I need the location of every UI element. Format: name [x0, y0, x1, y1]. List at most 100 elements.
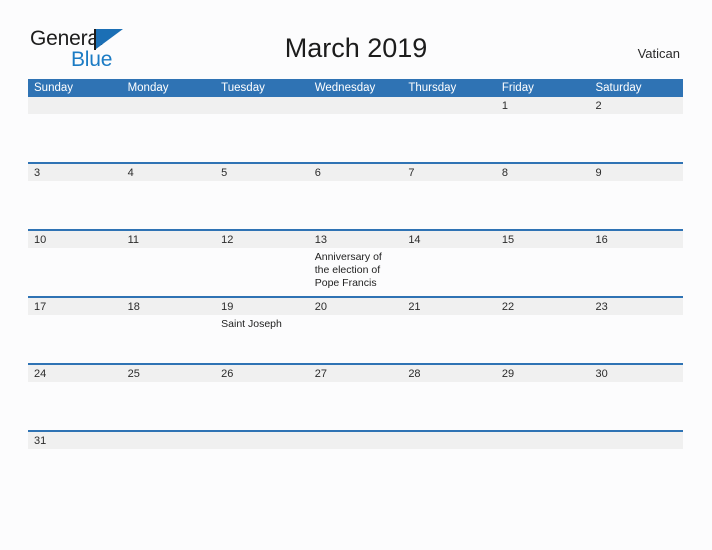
event-label[interactable]: Anniversary of the election of Pope Fran…: [315, 251, 399, 290]
page-header: General Blue March 2019 Vatican: [0, 0, 712, 78]
calendar-day-cell-27[interactable]: 27: [308, 365, 403, 430]
calendar-weeks: 1 2 3 4 5 6 7 8 9 10 11 12 13 Anniversary of the elec…: [28, 97, 684, 460]
calendar-day-cell-empty: [121, 97, 216, 162]
calendar-day-cell-11[interactable]: 11: [121, 231, 216, 296]
weekday-header-friday: Friday: [501, 82, 534, 94]
day-events: Anniversary of the election of Pope Fran…: [315, 251, 399, 290]
day-number: 25: [127, 368, 140, 380]
calendar-day-cell-1[interactable]: 1: [495, 97, 590, 162]
day-number: 30: [595, 368, 608, 380]
calendar-day-cell-4[interactable]: 4: [121, 164, 216, 229]
day-number: 27: [314, 368, 327, 380]
calendar-day-cell-empty: [308, 97, 403, 162]
day-number: 19: [221, 301, 234, 313]
calendar-day-cell-2[interactable]: 2: [589, 97, 684, 162]
calendar-day-cell-30[interactable]: 30: [589, 365, 684, 430]
calendar-day-cell-19[interactable]: 19 Saint Joseph: [215, 298, 309, 363]
day-number: 10: [34, 234, 47, 246]
page-title: March 2019: [284, 33, 428, 63]
day-number: 28: [408, 368, 421, 380]
calendar-day-cell-14[interactable]: 14: [402, 231, 496, 296]
calendar-day-cell-16[interactable]: 16: [589, 231, 684, 296]
calendar-week-cells: 17 18 19 Saint Joseph 20 21 22 23: [28, 298, 684, 363]
calendar-week-row: 31: [28, 430, 684, 460]
calendar-day-cell-29[interactable]: 29: [495, 365, 590, 430]
day-number: 8: [501, 167, 509, 179]
calendar-week-row: 10 11 12 13 Anniversary of the election of P…: [28, 229, 684, 296]
calendar-day-cell-28[interactable]: 28: [402, 365, 496, 430]
calendar-day-cell-empty: [215, 432, 309, 460]
calendar-week-cells: 10 11 12 13 Anniversary of the election of P…: [28, 231, 684, 296]
day-number: 29: [501, 368, 515, 380]
day-number: 9: [595, 167, 602, 179]
calendar-week-cells: 31: [28, 432, 684, 460]
calendar-day-cell-empty: [215, 97, 309, 162]
weekday-header-thursday: Thursday: [408, 82, 457, 94]
calendar-day-cell-6[interactable]: 6: [308, 164, 403, 229]
day-number: 24: [34, 368, 47, 380]
calendar-day-cell-8[interactable]: 8: [495, 164, 590, 229]
calendar-day-cell-9[interactable]: 9: [589, 164, 684, 229]
calendar-day-cell-7[interactable]: 7: [402, 164, 496, 229]
calendar-day-cell-26[interactable]: 26: [215, 365, 309, 430]
calendar-week-row: 12: [28, 97, 684, 162]
day-number: 22: [501, 301, 515, 313]
event-label[interactable]: Saint Joseph: [221, 318, 305, 331]
calendar-day-cell-18[interactable]: 18: [121, 298, 216, 363]
calendar-day-cell-12[interactable]: 12: [215, 231, 309, 296]
day-number: 21: [408, 301, 421, 313]
day-number: 12: [221, 234, 234, 246]
calendar-day-cell-empty: [402, 97, 496, 162]
day-number: 11: [127, 234, 139, 246]
day-number: 18: [127, 301, 140, 313]
calendar-day-cell-25[interactable]: 25: [121, 365, 216, 430]
calendar-day-cell-17[interactable]: 17: [28, 298, 122, 363]
day-number: 5: [221, 167, 228, 179]
calendar-week-row: 24 25 26 27 28 29 30: [28, 363, 684, 430]
calendar-page: General Blue March 2019 Vatican Sunday Mo…: [0, 0, 712, 550]
calendar-day-cell-3[interactable]: 3: [28, 164, 122, 229]
calendar-day-cell-21[interactable]: 21: [402, 298, 496, 363]
calendar-day-cell-10[interactable]: 10: [28, 231, 122, 296]
day-number: 6: [314, 167, 321, 179]
day-number: 15: [501, 234, 515, 246]
day-number: 23: [595, 301, 608, 313]
weekday-header-wednesday: Wednesday: [314, 82, 376, 94]
calendar-day-cell-20[interactable]: 20: [308, 298, 403, 363]
day-number: 2: [595, 100, 602, 112]
day-number: 31: [34, 435, 47, 447]
calendar-week-cells: 24 25 26 27 28 29 30: [28, 365, 684, 430]
calendar-day-cell-23[interactable]: 23: [589, 298, 684, 363]
calendar-day-cell-22[interactable]: 22: [495, 298, 590, 363]
calendar-week-cells: 12: [28, 97, 684, 162]
calendar-day-cell-24[interactable]: 24: [28, 365, 122, 430]
calendar-day-cell-empty: [402, 432, 496, 460]
calendar-day-cell-13[interactable]: 13 Anniversary of the election of Pope Fr…: [308, 231, 403, 296]
calendar-grid: Sunday Monday Tuesday Wednesday Thursday Frid…: [28, 79, 684, 460]
calendar-day-cell-empty: [589, 432, 684, 460]
calendar-day-cell-empty: [495, 432, 590, 460]
calendar-day-cell-empty: [28, 97, 122, 162]
calendar-week-row: 3 4 5 6 7 8 9: [28, 162, 684, 229]
day-number: 7: [408, 167, 415, 179]
day-events: Saint Joseph: [221, 318, 305, 331]
weekday-header-monday: Monday: [127, 82, 169, 94]
calendar-week-row: 17 18 19 Saint Joseph 20 21 22 23: [28, 296, 684, 363]
calendar-day-cell-5[interactable]: 5: [215, 164, 309, 229]
calendar-day-cell-15[interactable]: 15: [495, 231, 590, 296]
day-number: 4: [127, 167, 134, 179]
day-number: 1: [501, 100, 509, 112]
day-number: 16: [595, 234, 608, 246]
weekday-header-row: Sunday Monday Tuesday Wednesday Thursday Frid…: [28, 79, 683, 97]
calendar-week-cells: 3 4 5 6 7 8 9: [28, 164, 684, 229]
day-number: 3: [34, 167, 41, 179]
day-number: 20: [314, 301, 327, 313]
day-number: 13: [314, 234, 327, 246]
day-number: 14: [408, 234, 421, 246]
day-number: 26: [221, 368, 234, 380]
calendar-day-cell-31[interactable]: 31: [28, 432, 122, 460]
locale-label: Vatican: [637, 46, 680, 61]
calendar-day-cell-empty: [121, 432, 216, 460]
weekday-header-sunday: Sunday: [34, 82, 74, 94]
calendar-day-cell-empty: [308, 432, 403, 460]
